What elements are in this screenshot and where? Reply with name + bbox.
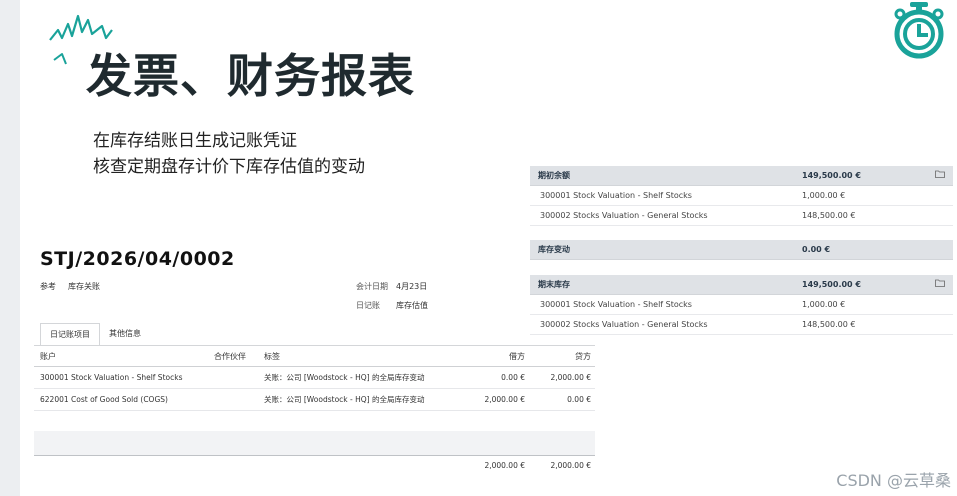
slide-title: 发票、财务报表 bbox=[86, 49, 415, 103]
cell-account: 300001 Stock Valuation - Shelf Stocks bbox=[40, 373, 183, 382]
bullet-item: 核查定期盘存计价下库存估值的变动 bbox=[93, 157, 365, 177]
row-account: 300001 Stock Valuation - Shelf Stocks bbox=[540, 300, 692, 309]
section-amount: 0.00 € bbox=[802, 245, 831, 254]
row-amount: 1,000.00 € bbox=[802, 300, 846, 309]
accounting-date-label: 会计日期 bbox=[356, 282, 388, 291]
journal-label: 日记账 bbox=[356, 301, 380, 310]
bullet-list: 在库存结账日生成记账凭证 核查定期盘存计价下库存估值的变动 bbox=[93, 128, 365, 180]
bullet-item: 在库存结账日生成记账凭证 bbox=[93, 131, 297, 151]
section-title: 库存变动 bbox=[538, 245, 570, 254]
col-credit: 贷方 bbox=[575, 352, 591, 361]
accounting-date-field: 会计日期 4月23日 bbox=[356, 281, 427, 292]
col-partner: 合作伙伴 bbox=[214, 352, 246, 361]
reference-value: 库存关账 bbox=[68, 282, 100, 291]
section-header[interactable]: 期初余额 149,500.00 € bbox=[530, 166, 953, 186]
reference-label: 参考 bbox=[40, 282, 56, 291]
total-debit: 2,000.00 € bbox=[484, 461, 525, 470]
journal-lines-table: 账户 合作伙伴 标签 借方 贷方 300001 Stock Valuation … bbox=[34, 346, 595, 411]
closing-stock-section: 期末库存 149,500.00 € 300001 Stock Valuation… bbox=[530, 275, 953, 335]
folder-icon[interactable] bbox=[935, 166, 945, 185]
report-row[interactable]: 300001 Stock Valuation - Shelf Stocks 1,… bbox=[530, 295, 953, 315]
journal-field: 日记账 库存估值 bbox=[356, 300, 428, 311]
opening-balance-section: 期初余额 149,500.00 € 300001 Stock Valuation… bbox=[530, 166, 953, 226]
total-credit: 2,000.00 € bbox=[550, 461, 591, 470]
col-debit: 借方 bbox=[509, 352, 525, 361]
cell-account: 622001 Cost of Good Sold (COGS) bbox=[40, 395, 168, 404]
empty-row-area bbox=[34, 431, 595, 455]
row-account: 300002 Stocks Valuation - General Stocks bbox=[540, 320, 708, 329]
stopwatch-icon bbox=[894, 2, 944, 59]
section-amount: 149,500.00 € bbox=[802, 171, 861, 180]
table-totals: 2,000.00 € 2,000.00 € bbox=[34, 455, 595, 476]
report-row[interactable]: 300002 Stocks Valuation - General Stocks… bbox=[530, 315, 953, 335]
tab-other-info[interactable]: 其他信息 bbox=[100, 323, 150, 345]
col-label: 标签 bbox=[264, 352, 280, 361]
cell-label: 关账：公司 [Woodstock - HQ] 的全局库存变动 bbox=[264, 395, 425, 404]
cell-credit: 2,000.00 € bbox=[550, 373, 591, 382]
col-account: 账户 bbox=[40, 352, 56, 361]
cell-debit: 2,000.00 € bbox=[484, 395, 525, 404]
report-row[interactable]: 300002 Stocks Valuation - General Stocks… bbox=[530, 206, 953, 226]
tab-journal-items[interactable]: 日记账项目 bbox=[40, 323, 100, 346]
cell-debit: 0.00 € bbox=[501, 373, 525, 382]
row-account: 300002 Stocks Valuation - General Stocks bbox=[540, 211, 708, 220]
reference-field: 参考 库存关账 bbox=[40, 281, 100, 292]
journal-reference: STJ/2026/04/0002 bbox=[40, 248, 235, 270]
section-title: 期末库存 bbox=[538, 280, 570, 289]
table-row[interactable]: 622001 Cost of Good Sold (COGS) 关账：公司 [W… bbox=[34, 389, 595, 411]
section-title: 期初余额 bbox=[538, 171, 570, 180]
row-amount: 148,500.00 € bbox=[802, 320, 856, 329]
row-amount: 148,500.00 € bbox=[802, 211, 856, 220]
watermark: CSDN @云草桑 bbox=[836, 471, 951, 490]
folder-icon[interactable] bbox=[935, 275, 945, 294]
stock-change-section: 库存变动 0.00 € bbox=[530, 240, 953, 260]
cell-credit: 0.00 € bbox=[567, 395, 591, 404]
row-amount: 1,000.00 € bbox=[802, 191, 846, 200]
table-row[interactable]: 300001 Stock Valuation - Shelf Stocks 关账… bbox=[34, 367, 595, 389]
table-header: 账户 合作伙伴 标签 借方 贷方 bbox=[34, 346, 595, 367]
journal-value: 库存估值 bbox=[396, 301, 428, 310]
left-edge-bar bbox=[0, 0, 20, 496]
section-header[interactable]: 库存变动 0.00 € bbox=[530, 240, 953, 260]
report-row[interactable]: 300001 Stock Valuation - Shelf Stocks 1,… bbox=[530, 186, 953, 206]
cell-label: 关账：公司 [Woodstock - HQ] 的全局库存变动 bbox=[264, 373, 425, 382]
accounting-date-value: 4月23日 bbox=[396, 282, 428, 291]
section-header[interactable]: 期末库存 149,500.00 € bbox=[530, 275, 953, 295]
section-amount: 149,500.00 € bbox=[802, 280, 861, 289]
row-account: 300001 Stock Valuation - Shelf Stocks bbox=[540, 191, 692, 200]
